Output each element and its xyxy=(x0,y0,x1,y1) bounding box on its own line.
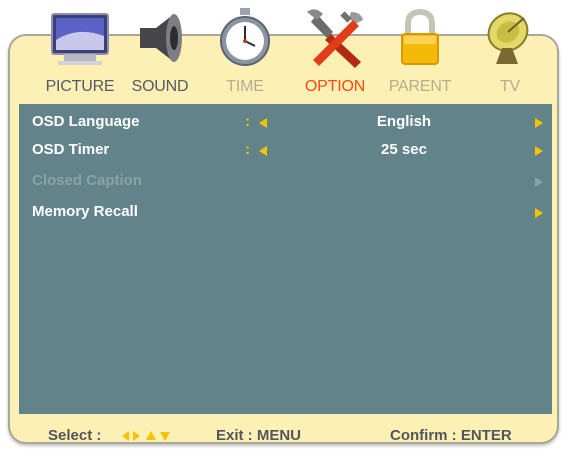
menu-row-memory-recall[interactable]: Memory Recall xyxy=(19,198,552,224)
menu-row-label: Closed Caption xyxy=(32,172,143,189)
menu-row-label: OSD Timer xyxy=(32,141,110,158)
right-arrow-icon[interactable] xyxy=(535,146,543,156)
menu-row-value: 25 sec xyxy=(381,141,427,158)
right-arrow-icon[interactable] xyxy=(535,118,543,128)
tools-icon xyxy=(303,6,367,70)
tab-parent[interactable]: PARENT xyxy=(370,0,470,100)
footer-select-label: Select : xyxy=(48,427,102,444)
footer-confirm-label: Confirm : ENTER xyxy=(390,427,512,444)
satellite-dish-icon xyxy=(478,6,542,70)
right-arrow-icon[interactable] xyxy=(535,208,543,218)
menu-panel: OSD Language : English OSD Timer : 25 se… xyxy=(19,104,552,414)
nav-arrows-icon xyxy=(122,430,186,442)
footer-exit-label: Exit : MENU xyxy=(216,427,302,444)
tab-label-time: TIME xyxy=(226,78,264,95)
separator-colon: : xyxy=(245,141,250,158)
menu-row-label: OSD Language xyxy=(32,113,140,130)
tab-tv[interactable]: TV xyxy=(460,0,560,100)
tab-label-tv: TV xyxy=(499,78,521,95)
menu-row-osd-timer[interactable]: OSD Timer : 25 sec xyxy=(19,136,552,162)
lock-icon xyxy=(388,6,452,70)
stopwatch-icon xyxy=(213,6,277,70)
menu-row-osd-language[interactable]: OSD Language : English xyxy=(19,108,552,134)
monitor-icon xyxy=(48,6,112,70)
left-arrow-icon[interactable] xyxy=(259,118,267,128)
left-arrow-icon[interactable] xyxy=(259,146,267,156)
separator-colon: : xyxy=(245,113,250,130)
tab-label-parent: PARENT xyxy=(388,78,452,95)
right-arrow-icon xyxy=(535,177,543,187)
speaker-icon xyxy=(128,6,192,70)
menu-row-value: English xyxy=(376,113,432,130)
menu-row-label: Memory Recall xyxy=(32,203,138,220)
tab-time[interactable]: TIME xyxy=(195,0,295,100)
menu-row-closed-caption: Closed Caption xyxy=(19,167,552,193)
